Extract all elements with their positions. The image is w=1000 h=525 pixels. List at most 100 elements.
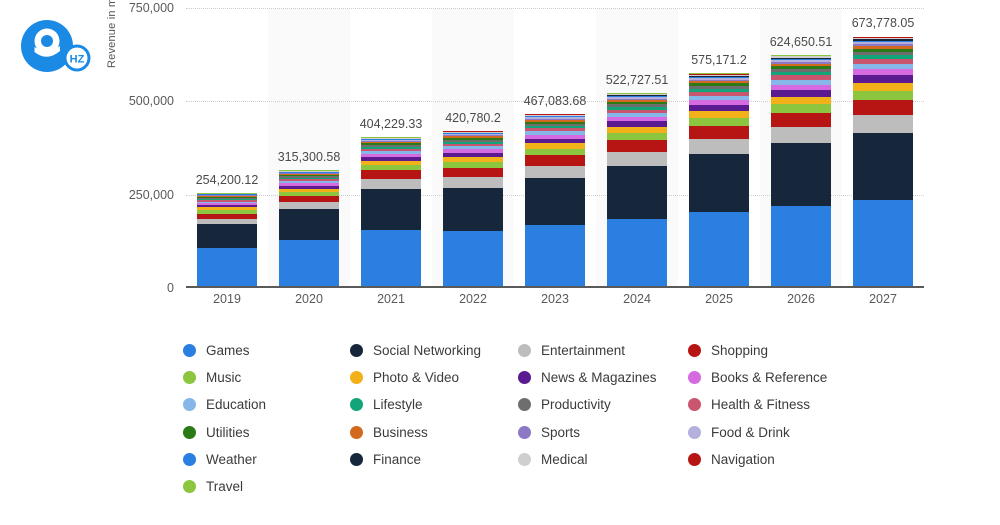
legend-label: Weather (206, 451, 257, 467)
legend-swatch-icon (688, 425, 701, 439)
bar-segment[interactable] (771, 112, 831, 127)
legend-label: News & Magazines (541, 370, 657, 386)
legend-item[interactable]: Books & Reference (688, 364, 878, 391)
legend-swatch-icon (688, 371, 701, 385)
bar-segment[interactable] (607, 133, 667, 141)
legend-item[interactable]: Food & Drink (688, 419, 878, 446)
legend-swatch-icon (518, 425, 531, 439)
legend-column: Shopping Books & Reference Health & Fitnes… (688, 337, 878, 500)
bar-slot[interactable]: 522,727.51 (596, 8, 678, 288)
bar-slot[interactable]: 254,200.12 (186, 8, 268, 288)
legend-item[interactable]: Travel (183, 473, 350, 500)
stacked-bar[interactable] (279, 170, 339, 288)
bar-segment[interactable] (853, 132, 913, 200)
bar-segment[interactable] (689, 153, 749, 212)
legend-item[interactable]: Weather (183, 446, 350, 473)
stacked-bar[interactable] (607, 92, 667, 288)
bar-segment[interactable] (197, 224, 257, 249)
bar-segment[interactable] (771, 104, 831, 113)
stacked-bar[interactable] (197, 193, 257, 288)
bar-segment[interactable] (771, 126, 831, 144)
bar-slot[interactable]: 575,171.2 (678, 8, 760, 288)
legend-item[interactable]: Lifestyle (350, 391, 518, 418)
legend-item[interactable]: Games (183, 337, 350, 364)
bar-segment[interactable] (607, 165, 667, 220)
bar-segment[interactable] (771, 143, 831, 206)
legend-item[interactable]: Health & Fitness (688, 391, 878, 418)
legend-swatch-icon (688, 398, 701, 412)
legend-item[interactable]: Education (183, 391, 350, 418)
bar-segment[interactable] (689, 211, 749, 288)
bar-segment[interactable] (853, 82, 913, 91)
legend-swatch-icon (183, 452, 196, 466)
bar-segment[interactable] (771, 205, 831, 288)
stacked-bar[interactable] (443, 131, 503, 288)
bar-segment[interactable] (525, 155, 585, 166)
bar-slot[interactable]: 404,229.33 (350, 8, 432, 288)
legend-swatch-icon (183, 371, 196, 385)
bar-segment[interactable] (443, 176, 503, 188)
legend-label: Finance (373, 451, 422, 467)
legend-swatch-icon (350, 452, 363, 466)
legend-item[interactable]: Productivity (518, 391, 688, 418)
bar-segment[interactable] (607, 140, 667, 152)
legend-item[interactable]: Utilities (183, 419, 350, 446)
bar-segment[interactable] (361, 188, 421, 230)
legend-item[interactable]: Shopping (688, 337, 878, 364)
bar-segment[interactable] (525, 165, 585, 178)
bar-slot[interactable]: 467,083.68 (514, 8, 596, 288)
legend-item[interactable]: Finance (350, 446, 518, 473)
bar-segment[interactable] (771, 89, 831, 97)
stacked-bar[interactable] (361, 137, 421, 288)
stacked-bar[interactable] (689, 73, 749, 288)
chart-container: Revenue in million U.S. dollars 0250,000… (106, 0, 932, 318)
bar-slot[interactable]: 420,780.2 (432, 8, 514, 288)
bar-segment[interactable] (361, 170, 421, 179)
legend-swatch-icon (518, 452, 531, 466)
legend-item[interactable]: Music (183, 364, 350, 391)
bar-segment[interactable] (853, 199, 913, 288)
bar-segment[interactable] (689, 111, 749, 119)
stacked-bar[interactable] (853, 36, 913, 288)
bar-segment[interactable] (607, 219, 667, 288)
bar-segment[interactable] (771, 96, 831, 105)
bar-segment[interactable] (853, 75, 913, 83)
bar-segment[interactable] (853, 99, 913, 116)
bar-slot[interactable]: 624,650.51 (760, 8, 842, 288)
bar-segment[interactable] (279, 240, 339, 288)
legend-item[interactable]: News & Magazines (518, 364, 688, 391)
legend-item[interactable]: Social Networking (350, 337, 518, 364)
legend-item[interactable]: Photo & Video (350, 364, 518, 391)
bar-segment[interactable] (525, 225, 585, 288)
legend-label: Music (206, 370, 242, 386)
legend-item[interactable]: Entertainment (518, 337, 688, 364)
bar-segment[interactable] (361, 229, 421, 288)
plot-area: 254,200.12 315,300.58 404,229.33 420,780.2 4… (186, 8, 924, 288)
bar-segment[interactable] (443, 167, 503, 177)
legend-item[interactable]: Navigation (688, 446, 878, 473)
legend-item[interactable]: Sports (518, 419, 688, 446)
legend-item[interactable]: Business (350, 419, 518, 446)
bar-total-label: 673,778.05 (851, 16, 915, 31)
bar-segment[interactable] (443, 230, 503, 288)
bar-total-label: 467,083.68 (523, 93, 587, 108)
bar-slot[interactable]: 673,778.05 (842, 8, 924, 288)
legend-item[interactable]: Medical (518, 446, 688, 473)
bar-segment[interactable] (279, 209, 339, 241)
bar-segment[interactable] (443, 187, 503, 231)
bar-segment[interactable] (853, 115, 913, 133)
stacked-bar[interactable] (525, 113, 585, 288)
bar-segment[interactable] (689, 118, 749, 126)
bar-segment[interactable] (361, 178, 421, 189)
bar-segment[interactable] (197, 248, 257, 288)
bar-slot[interactable]: 315,300.58 (268, 8, 350, 288)
legend-column: Games Music Education Utilities Weather Trave… (183, 337, 350, 500)
logo-badge-text: HZ (70, 54, 85, 66)
bar-segment[interactable] (689, 125, 749, 139)
bar-segment[interactable] (279, 202, 339, 210)
bar-segment[interactable] (607, 151, 667, 166)
bar-segment[interactable] (853, 90, 913, 100)
bar-segment[interactable] (689, 138, 749, 154)
stacked-bar[interactable] (771, 54, 831, 288)
bar-segment[interactable] (525, 177, 585, 226)
